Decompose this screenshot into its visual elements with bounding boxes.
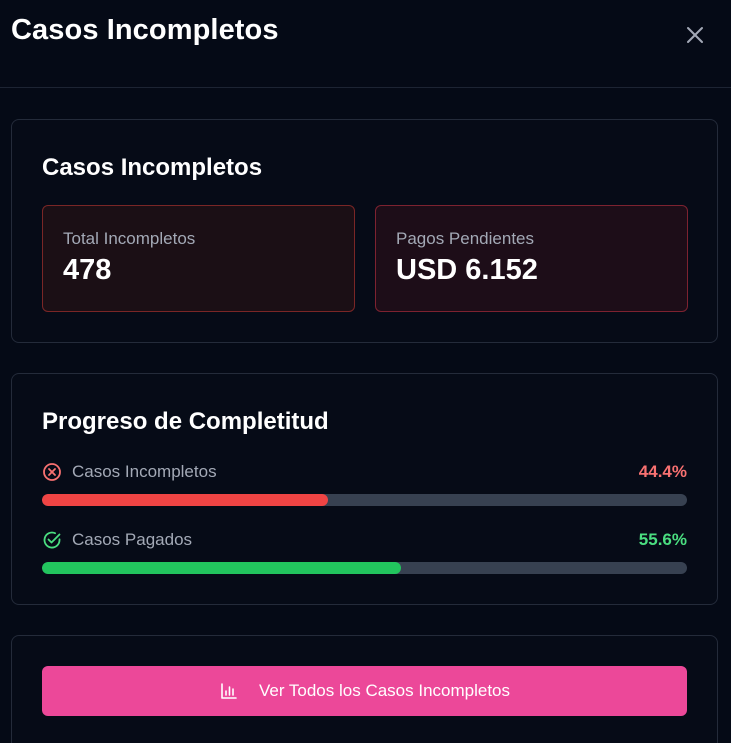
total-incomplete-stat: Total Incompletos 478 [42,205,355,312]
total-incomplete-label: Total Incompletos [63,229,196,248]
close-icon [687,27,703,43]
total-incomplete-value: 478 [63,254,112,286]
view-all-button-label: Ver Todos los Casos Incompletos [258,681,511,700]
view-all-incomplete-button[interactable]: Ver Todos los Casos Incompletos [42,666,687,716]
modal-title: Casos Incompletos [11,14,279,46]
close-button[interactable] [680,20,710,50]
x-circle-icon [43,463,61,481]
progress-track-paid [42,562,687,574]
progress-title: Progreso de Completitud [42,408,329,435]
progress-label-incomplete: Casos Incompletos [72,462,217,481]
pending-payments-stat: Pagos Pendientes USD 6.152 [375,205,688,312]
bar-chart-icon [221,683,237,699]
progress-track-incomplete [42,494,687,506]
progress-percent-paid: 55.6% [638,530,687,549]
progress-fill-paid [42,562,401,574]
action-card: Ver Todos los Casos Incompletos [11,635,718,743]
summary-card: Casos Incompletos Total Incompletos 478 … [11,119,718,343]
pending-payments-label: Pagos Pendientes [396,229,534,248]
progress-card: Progreso de Completitud Casos Incompleto… [11,373,718,605]
modal-header: Casos Incompletos [0,0,731,88]
progress-row-incomplete: Casos Incompletos 44.4% [42,460,687,506]
progress-row-paid: Casos Pagados 55.6% [42,528,687,574]
incomplete-cases-modal: Casos Incompletos Casos Incompletos Tota… [0,0,731,743]
progress-percent-incomplete: 44.4% [638,462,687,481]
check-circle-icon [43,531,61,549]
progress-label-paid: Casos Pagados [72,530,193,549]
summary-title: Casos Incompletos [42,154,263,181]
progress-fill-incomplete [42,494,329,506]
pending-payments-value: USD 6.152 [396,254,538,286]
